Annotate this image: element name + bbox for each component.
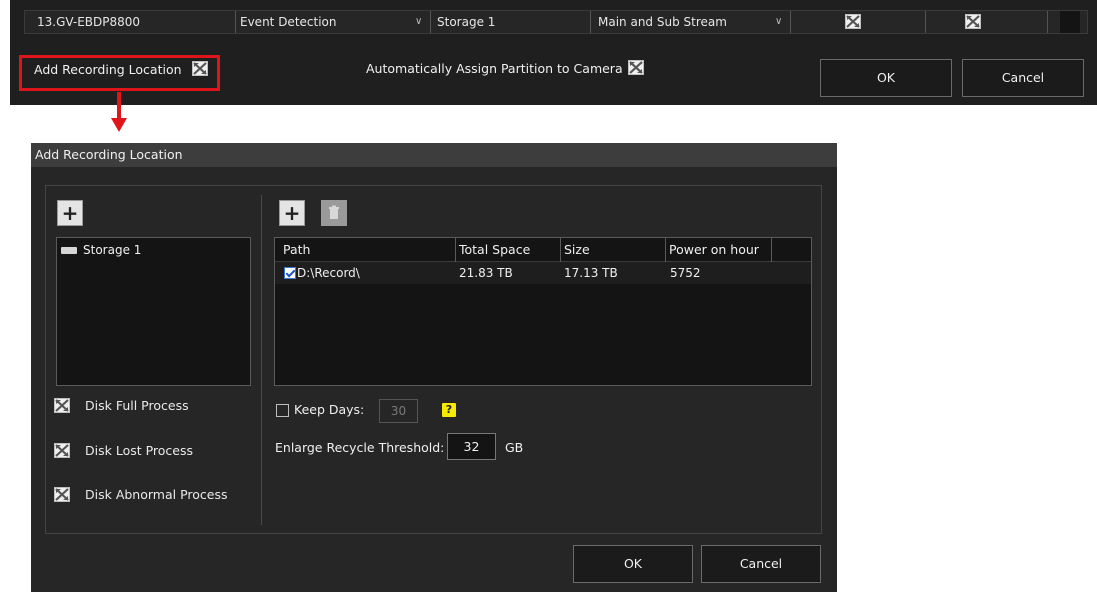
column-divider	[925, 11, 926, 33]
auto-assign-label: Automatically Assign Partition to Camera	[366, 61, 623, 76]
camera-name-cell: 13.GV-EBDP8800	[37, 15, 141, 29]
column-divider	[1047, 11, 1048, 33]
path-cell: D:\Record\	[297, 266, 360, 280]
trash-icon	[329, 205, 339, 219]
dialog-ok-button[interactable]: OK	[573, 545, 693, 583]
arrow-head-icon	[111, 118, 127, 132]
disk-full-process-icon[interactable]	[54, 398, 70, 413]
top-ok-button[interactable]: OK	[820, 59, 952, 97]
path-table[interactable]: Path Total Space Size Power on hour D:\R…	[274, 237, 812, 386]
enlarge-recycle-threshold-label: Enlarge Recycle Threshold:	[275, 440, 445, 455]
storage-list[interactable]: Storage 1	[56, 237, 251, 386]
chevron-down-icon[interactable]: ∨	[415, 11, 422, 33]
recording-mode-select[interactable]: Event Detection	[240, 11, 337, 33]
top-cancel-button[interactable]: Cancel	[962, 59, 1084, 97]
storage-item-label: Storage 1	[83, 243, 142, 257]
size-cell: 17.13 TB	[564, 266, 618, 280]
disk-lost-process-icon[interactable]	[54, 443, 70, 458]
stream-select[interactable]: Main and Sub Stream	[598, 11, 727, 33]
table-row[interactable]: D:\Record\ 21.83 TB 17.13 TB 5752	[275, 262, 811, 284]
column-divider	[261, 195, 262, 525]
row-end-cell	[1060, 11, 1080, 33]
disk-abnormal-process-label: Disk Abnormal Process	[85, 487, 228, 502]
keep-days-input[interactable]: 30	[379, 399, 418, 423]
table-header: Path Total Space Size Power on hour	[275, 238, 811, 262]
disk-lost-process-label: Disk Lost Process	[85, 443, 194, 458]
keep-days-label: Keep Days:	[294, 402, 365, 417]
threshold-unit-label: GB	[505, 440, 524, 455]
help-icon[interactable]: ?	[442, 403, 456, 417]
add-storage-button[interactable]: +	[57, 200, 83, 226]
add-path-button[interactable]: +	[279, 200, 305, 226]
column-divider	[430, 11, 431, 33]
column-divider	[771, 238, 772, 262]
column-divider	[235, 11, 236, 33]
drive-icon	[61, 247, 77, 254]
highlight-box	[19, 55, 220, 91]
column-divider	[590, 11, 591, 33]
dialog-title: Add Recording Location	[31, 143, 837, 167]
total-space-cell: 21.83 TB	[459, 266, 513, 280]
row-option-icon[interactable]	[965, 14, 981, 29]
power-on-hour-cell: 5752	[670, 266, 701, 280]
storage-list-item[interactable]: Storage 1	[61, 242, 141, 258]
disk-full-process-label: Disk Full Process	[85, 398, 189, 413]
add-recording-location-dialog: Add Recording Location + Storage 1 Disk …	[31, 143, 837, 592]
column-header-size[interactable]: Size	[560, 238, 590, 262]
row-option-icon[interactable]	[845, 14, 861, 29]
path-checkbox[interactable]	[284, 267, 296, 279]
arrow-annotation	[117, 92, 121, 120]
dialog-cancel-button[interactable]: Cancel	[701, 545, 821, 583]
chevron-down-icon[interactable]: ∨	[775, 11, 782, 33]
keep-days-checkbox[interactable]	[276, 404, 289, 417]
storage-select[interactable]: Storage 1	[437, 11, 495, 33]
column-header-power-on-hour[interactable]: Power on hour	[665, 238, 759, 262]
auto-assign-checkbox-icon[interactable]	[628, 60, 644, 75]
camera-table-row[interactable]: 13.GV-EBDP8800 Event Detection ∨ Storage…	[24, 10, 1088, 34]
disk-abnormal-process-icon[interactable]	[54, 487, 70, 502]
enlarge-recycle-threshold-input[interactable]: 32	[447, 433, 496, 460]
column-header-path[interactable]: Path	[279, 238, 310, 262]
column-divider	[790, 11, 791, 33]
column-header-total-space[interactable]: Total Space	[455, 238, 530, 262]
delete-path-button[interactable]	[321, 200, 347, 226]
